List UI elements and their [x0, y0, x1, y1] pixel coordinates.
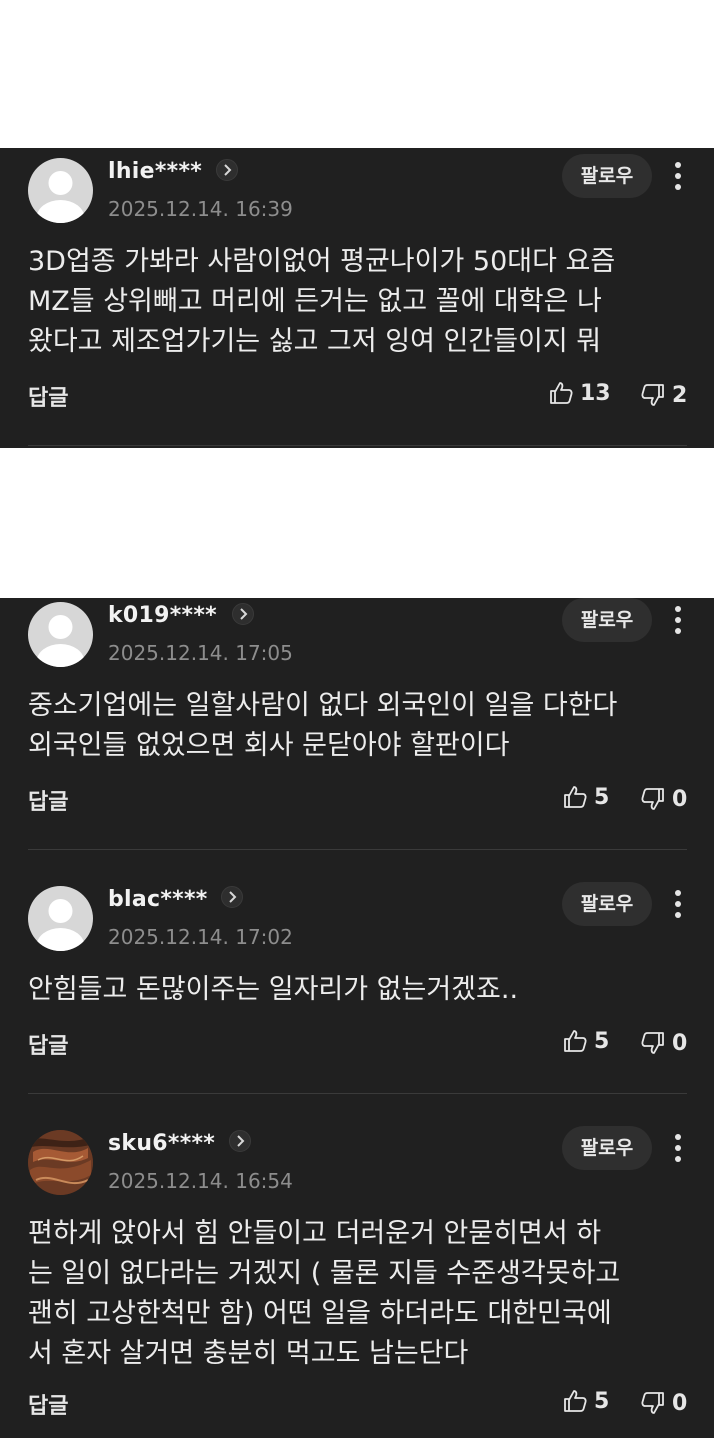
- username[interactable]: sku6****: [108, 1131, 215, 1156]
- thumb-up-icon: [550, 382, 573, 404]
- divider: [28, 1093, 687, 1094]
- user-avatar[interactable]: [28, 158, 93, 223]
- dislike-count: 0: [672, 1031, 688, 1056]
- more-vertical-icon[interactable]: [668, 156, 688, 196]
- comment-item: blac**** 2025.12.14. 17:02 팔로우 안힘들고 돈많이주…: [0, 882, 714, 1094]
- follow-button[interactable]: 팔로우: [562, 598, 652, 642]
- comment-panel-bottom: k019**** 2025.12.14. 17:05 팔로우 중소기업에는 일할…: [0, 598, 714, 1438]
- comment-item: sku6**** 2025.12.14. 16:54 팔로우 편하게 앉아서 힘…: [0, 1126, 714, 1438]
- dislike-button[interactable]: 0: [640, 786, 690, 814]
- comment-body: 편하게 앉아서 힘 안들이고 더러운거 안묻히면서 하 는 일이 없다라는 거겠…: [28, 1218, 621, 1369]
- like-button[interactable]: 5: [562, 1028, 612, 1056]
- username[interactable]: blac****: [108, 887, 208, 912]
- more-vertical-icon[interactable]: [668, 1128, 688, 1168]
- like-count: 5: [594, 1029, 610, 1054]
- divider: [28, 849, 687, 850]
- like-button[interactable]: 5: [562, 1388, 612, 1416]
- dislike-button[interactable]: 0: [640, 1030, 690, 1058]
- food-photo-avatar[interactable]: [28, 1130, 93, 1195]
- username[interactable]: lhie****: [108, 159, 202, 184]
- thumb-up-icon: [564, 1390, 587, 1412]
- thumb-down-icon: [641, 384, 664, 406]
- thumb-down-icon: [641, 788, 664, 810]
- comment-body: 3D업종 가봐라 사람이없어 평균나이가 50대다 요즘 MZ들 상위빼고 머리…: [28, 246, 616, 357]
- comment-date: 2025.12.14. 17:02: [108, 925, 293, 949]
- reply-button[interactable]: 답글: [28, 1028, 68, 1060]
- user-avatar[interactable]: [28, 602, 93, 667]
- follow-button[interactable]: 팔로우: [562, 882, 652, 926]
- user-avatar[interactable]: [28, 886, 93, 951]
- comment-body: 안힘들고 돈많이주는 일자리가 없는거겠죠..: [28, 974, 519, 1005]
- comment-item: lhie**** 2025.12.14. 16:39 팔로우 3D업종 가봐라 …: [0, 148, 714, 448]
- thumb-up-icon: [564, 1030, 587, 1052]
- thumb-down-icon: [641, 1032, 664, 1054]
- dislike-count: 0: [672, 787, 688, 812]
- follow-button[interactable]: 팔로우: [562, 154, 652, 198]
- like-button[interactable]: 5: [562, 784, 612, 812]
- like-count: 5: [594, 1389, 610, 1414]
- comment-date: 2025.12.14. 16:54: [108, 1169, 293, 1193]
- chevron-right-icon[interactable]: [221, 886, 243, 908]
- dislike-button[interactable]: 2: [640, 382, 690, 410]
- more-vertical-icon[interactable]: [668, 884, 688, 924]
- dislike-count: 2: [672, 383, 688, 408]
- thumb-down-icon: [641, 1392, 664, 1414]
- comment-item: k019**** 2025.12.14. 17:05 팔로우 중소기업에는 일할…: [0, 598, 714, 850]
- comment-body: 중소기업에는 일할사람이 없다 외국인이 일을 다한다 외국인들 없었으면 회사…: [28, 690, 618, 761]
- comment-date: 2025.12.14. 16:39: [108, 197, 293, 221]
- reply-button[interactable]: 답글: [28, 380, 68, 412]
- dislike-count: 0: [672, 1391, 688, 1416]
- chevron-right-icon[interactable]: [229, 1130, 251, 1152]
- chevron-right-icon[interactable]: [216, 159, 238, 181]
- divider: [28, 445, 687, 446]
- more-vertical-icon[interactable]: [668, 600, 688, 640]
- like-count: 5: [594, 785, 610, 810]
- username[interactable]: k019****: [108, 603, 217, 628]
- chevron-right-icon[interactable]: [232, 603, 254, 625]
- comment-panel-top: lhie**** 2025.12.14. 16:39 팔로우 3D업종 가봐라 …: [0, 148, 714, 448]
- like-count: 13: [580, 381, 611, 406]
- like-button[interactable]: 13: [548, 380, 611, 408]
- dislike-button[interactable]: 0: [640, 1390, 690, 1418]
- reply-button[interactable]: 답글: [28, 784, 68, 816]
- follow-button[interactable]: 팔로우: [562, 1126, 652, 1170]
- thumb-up-icon: [564, 786, 587, 808]
- comment-date: 2025.12.14. 17:05: [108, 641, 293, 665]
- reply-button[interactable]: 답글: [28, 1388, 68, 1420]
